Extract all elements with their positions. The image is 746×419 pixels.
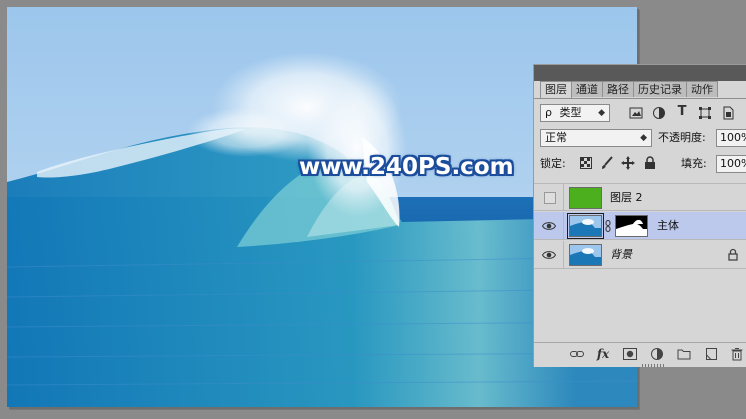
hidden-visibility-box bbox=[544, 192, 556, 204]
lock-image-pixels-brush-icon[interactable] bbox=[600, 156, 614, 170]
layer-row-background[interactable]: 背景 bbox=[534, 241, 746, 269]
layer-thumbnail bbox=[569, 244, 602, 266]
lock-label: 锁定: bbox=[540, 157, 566, 170]
delete-layer-trash-icon[interactable] bbox=[730, 347, 744, 361]
visibility-toggle[interactable] bbox=[534, 212, 564, 239]
blend-mode-dropdown[interactable]: 正常 ◆ bbox=[540, 129, 652, 147]
tab-channels[interactable]: 通道 bbox=[571, 81, 603, 97]
fx-layer-style-icon[interactable]: fx bbox=[596, 347, 610, 361]
new-adjustment-layer-icon[interactable] bbox=[650, 347, 664, 361]
visibility-toggle[interactable] bbox=[534, 184, 564, 210]
layer-thumbnail bbox=[569, 187, 602, 209]
shape-filter-icon[interactable] bbox=[698, 106, 712, 120]
fill-input[interactable]: 100% bbox=[716, 155, 746, 173]
tab-paths[interactable]: 路径 bbox=[602, 81, 634, 97]
filter-kind-label: 类型 bbox=[559, 106, 582, 119]
search-icon: ρ bbox=[545, 106, 552, 119]
tab-actions[interactable]: 动作 bbox=[686, 81, 718, 97]
blend-mode-value: 正常 bbox=[545, 131, 567, 144]
new-layer-icon[interactable] bbox=[704, 347, 718, 361]
type-filter-icon[interactable]: T bbox=[675, 105, 689, 119]
opacity-input[interactable]: 100% bbox=[716, 129, 746, 147]
lock-position-move-icon[interactable] bbox=[621, 156, 635, 170]
updown-arrow-icon: ◆ bbox=[640, 133, 647, 143]
eye-icon bbox=[542, 222, 556, 230]
watermark-text: www.240PS.com bbox=[299, 154, 514, 180]
updown-arrow-icon: ◆ bbox=[598, 108, 605, 118]
smart-object-filter-icon[interactable] bbox=[721, 106, 735, 120]
mask-link-icon[interactable] bbox=[605, 220, 611, 232]
panel-resize-grip[interactable] bbox=[642, 364, 664, 367]
tab-divider bbox=[534, 98, 746, 99]
tab-layers[interactable]: 图层 bbox=[540, 81, 572, 98]
layer-thumbnail bbox=[567, 213, 604, 239]
lock-all-icon[interactable] bbox=[643, 156, 657, 170]
lock-transparent-pixels-icon[interactable] bbox=[579, 157, 593, 171]
link-layers-icon[interactable] bbox=[570, 347, 584, 361]
eye-icon bbox=[542, 251, 556, 259]
layers-panel: 图层 通道 路径 历史记录 动作 ρ 类型 ◆ T 正常 ◆ 不透明度: 100… bbox=[533, 64, 746, 367]
add-mask-icon[interactable] bbox=[623, 347, 637, 361]
lock-icon bbox=[728, 248, 738, 261]
visibility-toggle[interactable] bbox=[534, 241, 564, 268]
layer-filter-row: ρ 类型 ◆ T bbox=[534, 101, 746, 125]
layer-name: 主体 bbox=[657, 219, 679, 232]
new-group-folder-icon[interactable] bbox=[677, 347, 691, 361]
tab-history[interactable]: 历史记录 bbox=[633, 81, 687, 97]
panel-tabs: 图层 通道 路径 历史记录 动作 bbox=[540, 81, 718, 98]
adjustment-filter-icon[interactable] bbox=[652, 106, 666, 120]
layer-mask-thumbnail[interactable] bbox=[615, 215, 648, 237]
filter-kind-dropdown[interactable]: ρ 类型 ◆ bbox=[540, 104, 610, 122]
lock-fill-row: 锁定: 填充: 100% bbox=[534, 153, 746, 177]
panel-bottom-toolbar: fx bbox=[534, 342, 746, 367]
opacity-label: 不透明度: bbox=[658, 131, 706, 144]
layer-row-layer-2[interactable]: 图层 2 bbox=[534, 183, 746, 211]
layer-name: 背景 bbox=[610, 248, 632, 261]
fill-label: 填充: bbox=[681, 157, 707, 170]
layer-row-subject[interactable]: 主体 bbox=[534, 212, 746, 240]
image-filter-icon[interactable] bbox=[629, 106, 643, 120]
panel-header-strip bbox=[534, 65, 746, 81]
blend-opacity-row: 正常 ◆ 不透明度: 100% bbox=[534, 127, 746, 151]
layer-name: 图层 2 bbox=[610, 191, 643, 204]
